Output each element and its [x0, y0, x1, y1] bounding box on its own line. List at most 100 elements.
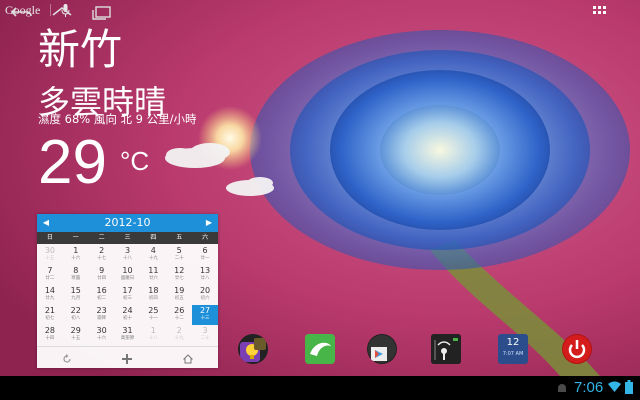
- calendar-day[interactable]: 17 初三: [115, 285, 141, 305]
- lunar-date: 二十: [200, 336, 210, 341]
- lunar-date: 寒露: [71, 276, 81, 281]
- day-number: 2: [176, 326, 182, 335]
- home-icon[interactable]: [50, 4, 74, 20]
- lunar-date: 十四: [45, 336, 55, 341]
- calendar-day[interactable]: 26 十二: [166, 305, 192, 325]
- back-icon[interactable]: [10, 4, 34, 20]
- app-shortcut-dolphin-browser[interactable]: [305, 334, 335, 364]
- calendar-day[interactable]: 1 十八: [140, 325, 166, 345]
- lunar-date: 初三: [122, 296, 132, 301]
- calendar-day-today[interactable]: 27 十三: [192, 305, 218, 325]
- lightbulb-app-icon: [240, 338, 266, 362]
- power-icon: [563, 335, 591, 363]
- calendar-day[interactable]: 2 十九: [166, 325, 192, 345]
- calendar-day[interactable]: 31 萬聖節: [115, 325, 141, 345]
- lunar-date: 十五: [45, 256, 55, 261]
- android-notification-icon[interactable]: [556, 383, 568, 393]
- signal-tower-icon: [431, 334, 461, 364]
- widget-date: 12: [506, 337, 520, 348]
- calendar-grid: 30 十五 1 十六 2 十七 3 十八 4 十九 5 二十 6 廿一 7 廿二 8 寒露 9 廿四 10 國慶日 11 廿六…: [37, 245, 218, 345]
- add-event-button[interactable]: [97, 347, 157, 369]
- calendar-day[interactable]: 28 十四: [37, 325, 63, 345]
- calendar-day[interactable]: 3 十八: [115, 245, 141, 265]
- lunar-date: 九月: [71, 296, 81, 301]
- day-number: 7: [47, 266, 53, 275]
- calendar-toolbar: [37, 346, 218, 369]
- lunar-date: 初六: [200, 296, 210, 301]
- calendar-day[interactable]: 18 初四: [140, 285, 166, 305]
- calendar-day[interactable]: 16 初二: [89, 285, 115, 305]
- day-number: 10: [122, 266, 133, 275]
- refresh-button[interactable]: [37, 347, 97, 369]
- lunar-date: 廿一: [200, 256, 210, 261]
- app-shortcut-signal-widget[interactable]: [431, 334, 461, 364]
- lunar-date: 十三: [200, 316, 210, 321]
- day-number: 14: [44, 286, 56, 295]
- lunar-date: 初八: [71, 316, 81, 321]
- calendar-day[interactable]: 7 廿二: [37, 265, 63, 285]
- next-month-button[interactable]: ▶: [200, 214, 218, 232]
- calendar-day[interactable]: 5 二十: [166, 245, 192, 265]
- lunar-date: 初十: [122, 316, 132, 321]
- calendar-day[interactable]: 19 初五: [166, 285, 192, 305]
- calendar-day[interactable]: 15 九月: [63, 285, 89, 305]
- calendar-home-button[interactable]: [158, 347, 218, 369]
- calendar-day[interactable]: 14 廿九: [37, 285, 63, 305]
- day-number: 6: [202, 246, 208, 255]
- day-number: 24: [122, 306, 133, 315]
- weekday-label: 六: [202, 234, 209, 241]
- lunar-date: 十八: [122, 256, 132, 261]
- app-shortcut-lightbulb[interactable]: [238, 334, 268, 364]
- system-navigation-bar: [0, 376, 640, 400]
- clock-date-widget[interactable]: 12 7:07 AM: [498, 334, 528, 364]
- day-number: 26: [174, 306, 185, 315]
- calendar-day[interactable]: 24 初十: [115, 305, 141, 325]
- calendar-day[interactable]: 2 十七: [89, 245, 115, 265]
- calendar-widget[interactable]: ◀ 2012-10 ▶ 日一二三四五六 30 十五 1 十六 2 十七 3 十八 4 十九 5 二十 6…: [37, 214, 218, 368]
- lunar-date: 國慶日: [120, 276, 135, 281]
- day-number: 3: [124, 246, 131, 255]
- calendar-day[interactable]: 3 二十: [192, 325, 218, 345]
- calendar-day[interactable]: 13 廿八: [192, 265, 218, 285]
- home-icon: [182, 353, 194, 363]
- lunar-date: 十六: [97, 336, 107, 341]
- calendar-day[interactable]: 25 十一: [140, 305, 166, 325]
- day-number: 20: [199, 286, 211, 295]
- recent-apps-icon[interactable]: [90, 4, 114, 20]
- calendar-day[interactable]: 8 寒露: [63, 265, 89, 285]
- calendar-day[interactable]: 11 廿六: [140, 265, 166, 285]
- calendar-day[interactable]: 29 十五: [63, 325, 89, 345]
- status-clock[interactable]: 7:06: [574, 379, 603, 397]
- calendar-day[interactable]: 4 十九: [140, 245, 166, 265]
- power-off-shortcut[interactable]: [562, 334, 592, 364]
- calendar-day[interactable]: 30 十五: [37, 245, 63, 265]
- calendar-day[interactable]: 1 十六: [63, 245, 89, 265]
- day-number: 3: [202, 326, 208, 335]
- day-number: 30: [96, 326, 107, 335]
- day-number: 1: [73, 246, 79, 255]
- calendar-day[interactable]: 6 廿一: [192, 245, 218, 265]
- calendar-day[interactable]: 21 初七: [37, 305, 63, 325]
- calendar-day[interactable]: 23 霜降: [89, 305, 115, 325]
- app-shortcut-play-store[interactable]: [367, 334, 397, 364]
- calendar-day[interactable]: 10 國慶日: [115, 265, 141, 285]
- calendar-day[interactable]: 12 廿七: [166, 265, 192, 285]
- calendar-day[interactable]: 9 廿四: [89, 265, 115, 285]
- all-apps-icon[interactable]: [593, 6, 607, 16]
- day-number: 18: [148, 286, 159, 295]
- weekday-label: 三: [124, 234, 131, 241]
- lunar-date: 初四: [148, 296, 158, 301]
- day-number: 15: [70, 286, 81, 295]
- lunar-date: 廿二: [45, 276, 55, 281]
- lunar-date: 十五: [71, 336, 81, 341]
- lunar-date: 初五: [174, 296, 184, 301]
- lunar-date: 廿六: [148, 276, 158, 281]
- calendar-day[interactable]: 30 十六: [89, 325, 115, 345]
- widget-time: 7:07 AM: [502, 351, 524, 357]
- calendar-day[interactable]: 20 初六: [192, 285, 218, 305]
- day-number: 29: [70, 326, 81, 335]
- day-number: 4: [150, 246, 156, 255]
- calendar-day[interactable]: 22 初八: [63, 305, 89, 325]
- weekday-label: 日: [46, 234, 53, 241]
- day-number: 8: [73, 266, 79, 275]
